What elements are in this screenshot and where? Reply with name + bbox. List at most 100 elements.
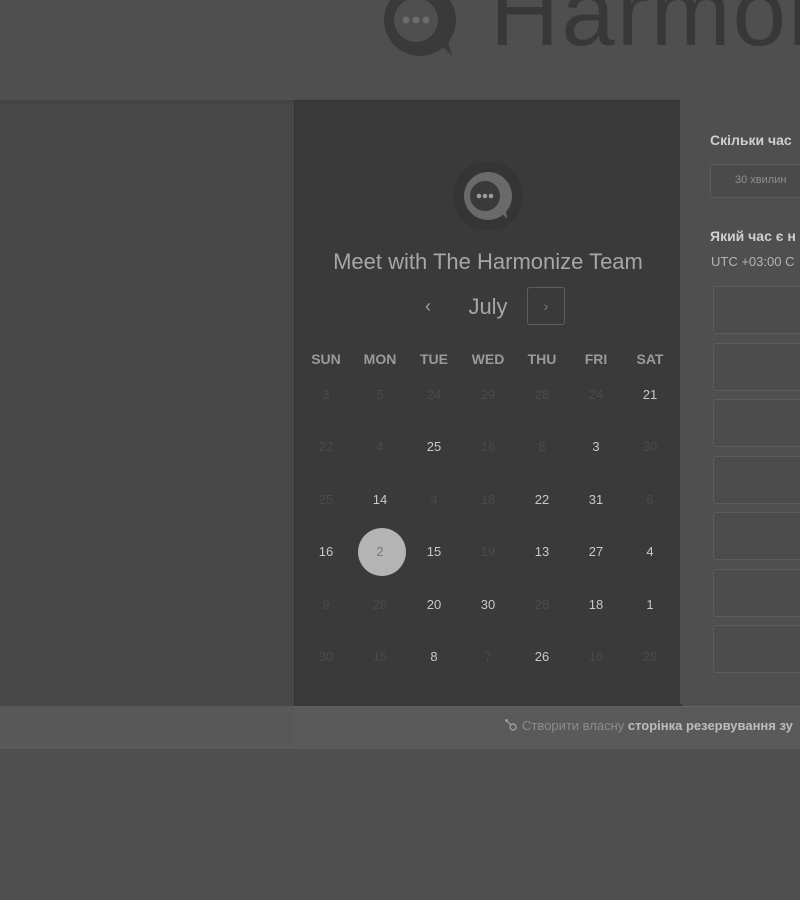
time-slot-button[interactable] <box>713 286 800 334</box>
day-number: 27 <box>588 544 604 560</box>
calendar-day: 29 <box>461 373 515 425</box>
day-number: 5 <box>376 387 384 402</box>
brand-header: Harmonize <box>372 0 800 70</box>
calendar-day[interactable]: 4 <box>623 530 677 582</box>
calendar-day[interactable]: 1 <box>623 583 677 635</box>
day-number: 4 <box>376 439 384 455</box>
selected-day[interactable]: 2 <box>353 528 407 582</box>
calendar-day: 24 <box>407 373 461 425</box>
day-number: 22 <box>318 439 334 455</box>
calendar-day: 24 <box>569 373 623 425</box>
time-slot-button[interactable] <box>713 399 800 447</box>
calendar-day: 18 <box>461 478 515 530</box>
weekday-label: THU <box>527 351 557 367</box>
day-number: 7 <box>484 648 492 664</box>
day-number: 4 <box>430 491 438 507</box>
day-number: 31 <box>588 491 604 507</box>
day-number: 29 <box>480 387 496 402</box>
calendar-day: 28 <box>353 583 407 635</box>
time-slot-button[interactable] <box>713 625 800 673</box>
day-number: 28 <box>534 387 550 402</box>
calendar-day[interactable]: 31 <box>569 478 623 530</box>
calendar-day: 22 <box>299 425 353 477</box>
duration-option-button[interactable]: 30 хвилин <box>710 164 800 198</box>
calendar-day: 5 <box>353 373 407 425</box>
calendar-day[interactable]: 13 <box>515 530 569 582</box>
calendar-day[interactable]: 15 <box>407 530 461 582</box>
calendar-day[interactable]: 25 <box>407 425 461 477</box>
month-label: July <box>468 294 508 319</box>
time-question: Який час є н <box>710 228 796 244</box>
calendar-day: 15 <box>353 635 407 687</box>
day-number: 25 <box>318 491 334 507</box>
day-number: 25 <box>426 439 442 455</box>
calendar-day: 3 <box>299 373 353 425</box>
calendar-day[interactable]: 14 <box>353 478 407 530</box>
duration-question: Скільки час <box>710 132 792 148</box>
time-slot-button[interactable] <box>713 455 800 504</box>
hubspot-sprocket-icon <box>505 719 517 731</box>
day-number: 18 <box>588 596 604 612</box>
calendar-day[interactable]: 3 <box>569 425 623 477</box>
day-number: 4 <box>646 544 654 560</box>
booking-panel: Скільки час 30 хвилин Який час є н UTC +… <box>680 100 800 704</box>
footer-left-band <box>0 706 294 746</box>
month-navigation: ‹ July › <box>295 287 681 327</box>
next-month-button[interactable]: › <box>527 287 565 325</box>
calendar-day: 8 <box>515 425 569 477</box>
time-slot-button[interactable] <box>713 512 800 560</box>
calendar-day: 25 <box>299 478 353 530</box>
footer-cta-text: Створити власну <box>522 718 628 733</box>
weekday-header: SUN MON TUE WED THU FRI SAT <box>299 351 677 367</box>
weekday-label: WED <box>471 351 505 367</box>
calendar-day: 7 <box>461 635 515 687</box>
calendar-day[interactable]: 8 <box>407 635 461 687</box>
day-number: 30 <box>318 648 334 664</box>
weekday-label: TUE <box>420 351 448 367</box>
day-number: 2 <box>376 544 384 560</box>
calendar-day: 4 <box>353 425 407 477</box>
day-number: 8 <box>430 648 438 664</box>
prev-month-button[interactable]: ‹ <box>415 293 441 319</box>
calendar-day[interactable]: 20 <box>407 583 461 635</box>
calendar-day[interactable]: 27 <box>569 530 623 582</box>
day-number: 30 <box>642 439 658 455</box>
timezone-selector[interactable]: UTC +03:00 С <box>711 254 794 269</box>
footer-cta-link[interactable]: сторінка резервування зу <box>628 718 793 733</box>
footer-cta[interactable]: Створити власну сторінка резервування зу <box>504 718 793 733</box>
time-slot-button[interactable] <box>713 342 800 391</box>
calendar-day: 9 <box>299 583 353 635</box>
duration-option-label: 30 хвилин <box>735 174 787 186</box>
calendar-day: 30 <box>299 635 353 687</box>
time-slot-button[interactable] <box>713 568 800 617</box>
day-number: 20 <box>426 596 442 612</box>
day-number: 28 <box>534 596 550 612</box>
weekday-label: SUN <box>311 351 341 367</box>
day-number: 15 <box>372 648 388 664</box>
day-number: 21 <box>642 387 658 402</box>
day-number: 18 <box>480 491 496 507</box>
weekday-label: MON <box>363 351 397 367</box>
page-background-left <box>0 100 294 711</box>
day-number: 26 <box>534 648 550 664</box>
day-number: 6 <box>646 491 654 507</box>
calendar-day[interactable]: 16 <box>299 530 353 582</box>
day-number: 24 <box>588 387 604 402</box>
day-number: 14 <box>372 491 388 507</box>
day-number: 9 <box>322 596 330 612</box>
calendar-day[interactable]: 21 <box>623 373 677 425</box>
calendar-day: 30 <box>623 425 677 477</box>
day-number: 13 <box>534 544 550 560</box>
calendar-day: 19 <box>461 530 515 582</box>
day-number: 1 <box>646 596 654 612</box>
day-number: 29 <box>642 648 658 664</box>
calendar-day[interactable]: 22 <box>515 478 569 530</box>
team-avatar <box>453 161 523 231</box>
calendar-day[interactable]: 18 <box>569 583 623 635</box>
calendar-day: 28 <box>515 583 569 635</box>
meeting-title: Meet with The Harmonize Team <box>333 249 643 274</box>
calendar-day[interactable]: 30 <box>461 583 515 635</box>
calendar-day: 28 <box>515 373 569 425</box>
calendar-day[interactable]: 26 <box>515 635 569 687</box>
day-number: 15 <box>426 544 442 560</box>
